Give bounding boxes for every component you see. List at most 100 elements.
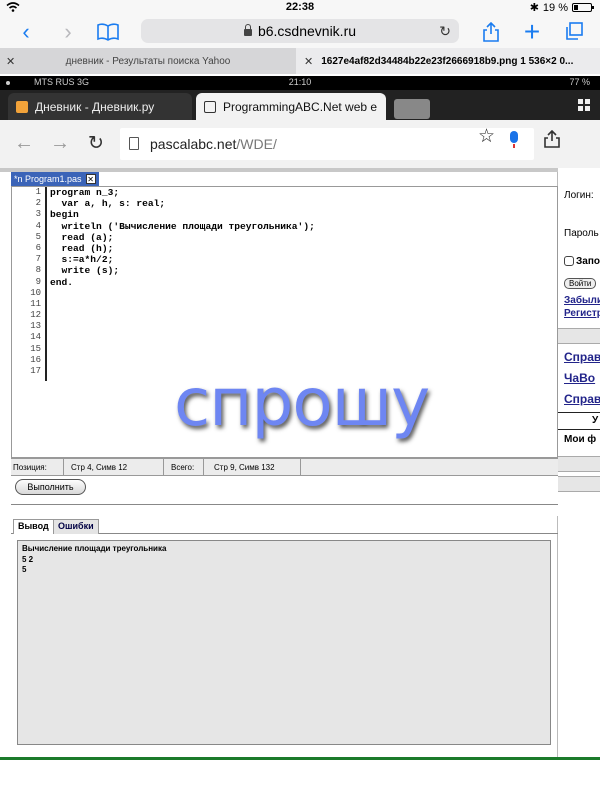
password-label: Пароль: [564, 228, 599, 239]
line-number: 13: [30, 321, 41, 332]
register-link[interactable]: Регистр: [564, 308, 600, 319]
chrome-tab-pascalabc[interactable]: ProgrammingABC.Net web e: [196, 93, 386, 120]
back-icon[interactable]: ‹: [12, 19, 40, 45]
close-icon[interactable]: ✕: [6, 55, 15, 68]
line-number: 10: [30, 287, 41, 298]
android-clock: 21:10: [288, 77, 312, 87]
bluetooth-icon: ✱: [529, 2, 539, 14]
total-label: Всего:: [171, 463, 195, 472]
android-battery: 77 %: [569, 77, 590, 87]
ios-clock: 22:38: [285, 1, 315, 13]
tab-switcher-icon[interactable]: [578, 99, 590, 111]
faq-link[interactable]: ЧаВо: [564, 371, 595, 385]
help-link[interactable]: Справ: [564, 350, 600, 364]
close-icon[interactable]: ✕: [304, 55, 313, 68]
ios-battery: ✱ 19 %: [529, 1, 594, 14]
code-line: var a, h, s: real;: [50, 198, 166, 210]
line-number: 2: [35, 198, 41, 209]
bottom-blank-area: [0, 760, 600, 800]
total-value: Стр 9, Симв 132: [214, 463, 275, 472]
editor-status-bar: Позиция: Стр 4, Симв 12 Всего: Стр 9, Си…: [11, 458, 558, 476]
url-path: /WDE/: [236, 136, 277, 152]
section-header: У: [558, 412, 600, 430]
microphone-icon[interactable]: [510, 131, 518, 148]
my-files-label: Мои ф: [564, 434, 597, 445]
remember-label: Запомнить: [576, 256, 600, 267]
line-number: 7: [35, 254, 41, 265]
code-line: read (a);: [50, 231, 114, 243]
section-title: У: [592, 415, 599, 426]
line-number: 5: [35, 231, 41, 242]
tabs-overview-icon[interactable]: [560, 19, 588, 45]
new-tab-icon[interactable]: +: [518, 18, 546, 46]
battery-percent: 19 %: [542, 1, 568, 14]
line-number: 17: [30, 366, 41, 376]
share-icon[interactable]: [477, 19, 505, 45]
ios-tab-label: дневник - Результаты поиска Yahoo: [65, 55, 231, 67]
chrome-forward-icon[interactable]: →: [50, 132, 70, 155]
dnevnik-favicon-icon: [16, 100, 28, 113]
ios-status-bar: 22:38 ✱ 19 %: [0, 0, 600, 16]
login-sidebar: Логин: Пароль Запомнить Войти Забыли Рег…: [558, 168, 600, 758]
ios-tab-yahoo[interactable]: ✕ дневник - Результаты поиска Yahoo: [0, 48, 296, 74]
file-tab-label: *n Program1.pas: [14, 174, 82, 184]
line-number: 6: [35, 242, 41, 253]
bookmarks-icon[interactable]: [94, 19, 122, 45]
code-text[interactable]: program n_3; var a, h, s: real; begin wr…: [50, 187, 315, 288]
position-value: Стр 4, Симв 12: [71, 463, 128, 472]
chrome-omnibox-bar: ← → ↻ pascalabc.net/WDE/ ☆: [0, 120, 600, 168]
ios-tab-label: 1627e4af82d34484b22e23f2666918b9.png 1 5…: [321, 55, 574, 67]
code-line: end.: [50, 276, 74, 288]
code-line: read (h);: [50, 242, 114, 254]
output-line: Вычисление площади треугольника: [22, 544, 167, 553]
bookmark-star-icon[interactable]: ☆: [478, 125, 495, 148]
remember-me-checkbox[interactable]: Запомнить: [564, 256, 600, 267]
chrome-tab-dnevnik[interactable]: Дневник - Дневник.ру: [8, 93, 192, 120]
close-file-icon[interactable]: ✕: [85, 174, 96, 184]
tab-errors[interactable]: Ошибки: [53, 519, 99, 534]
url-domain: pascalabc.net: [150, 136, 237, 152]
line-number: 12: [30, 310, 41, 321]
ios-toolbar: ‹ › b6.csdnevnik.ru ↻ +: [0, 16, 600, 48]
chrome-tab-strip: Дневник - Дневник.ру ProgrammingABC.Net …: [0, 90, 600, 120]
battery-icon: [572, 3, 594, 12]
page-icon: [129, 137, 139, 150]
file-tab[interactable]: *n Program1.pas ✕: [11, 172, 99, 186]
sidebar-bar: [558, 476, 600, 492]
chrome-url-field[interactable]: pascalabc.net/WDE/: [120, 128, 534, 160]
sidebar-bar: [558, 456, 600, 472]
line-number: 1: [35, 187, 41, 197]
login-button[interactable]: Войти: [564, 278, 597, 289]
reference-link[interactable]: Справ: [564, 392, 600, 406]
chrome-tab-label: Дневник - Дневник.ру: [35, 99, 155, 114]
pascal-web-ide: *n Program1.pas ✕ 1 2 3 4 5 6 7 8 9 10 1…: [0, 168, 558, 758]
forgot-password-link[interactable]: Забыли: [564, 295, 600, 306]
chrome-share-icon[interactable]: [544, 129, 560, 153]
chrome-new-tab-button[interactable]: [394, 99, 430, 119]
line-number: 4: [35, 220, 41, 231]
line-number-gutter: 1 2 3 4 5 6 7 8 9 10 11 12 13 14 15 16 1…: [12, 187, 47, 381]
chrome-reload-icon[interactable]: ↻: [88, 132, 104, 155]
line-number: 16: [30, 354, 41, 365]
forward-icon[interactable]: ›: [54, 19, 82, 45]
run-button[interactable]: Выполнить: [15, 479, 86, 495]
line-number: 3: [35, 209, 41, 220]
tab-output[interactable]: Вывод: [13, 519, 54, 534]
ios-tab-image[interactable]: ✕ 1627e4af82d34484b22e23f2666918b9.png 1…: [296, 48, 600, 74]
output-pane: Вычисление площади треугольника 5 2 5: [17, 540, 551, 745]
reload-icon[interactable]: ↻: [439, 19, 451, 43]
page-favicon-icon: [204, 100, 216, 113]
code-line: write (s);: [50, 265, 120, 277]
output-line: 5 2: [22, 554, 34, 564]
login-button-label: Войти: [564, 278, 597, 289]
sidebar-section-bar: [558, 328, 600, 344]
position-label: Позиция:: [13, 463, 47, 472]
run-area: Выполнить: [11, 476, 558, 516]
code-line: writeln ('Вычисление площади треугольник…: [50, 220, 315, 232]
ios-address-bar[interactable]: b6.csdnevnik.ru ↻: [141, 19, 459, 43]
line-number: 9: [35, 276, 41, 287]
watermark-text: спрошу: [174, 364, 430, 441]
chrome-back-icon[interactable]: ←: [14, 132, 34, 155]
line-number: 8: [35, 265, 41, 276]
checkbox-icon[interactable]: [564, 256, 574, 267]
